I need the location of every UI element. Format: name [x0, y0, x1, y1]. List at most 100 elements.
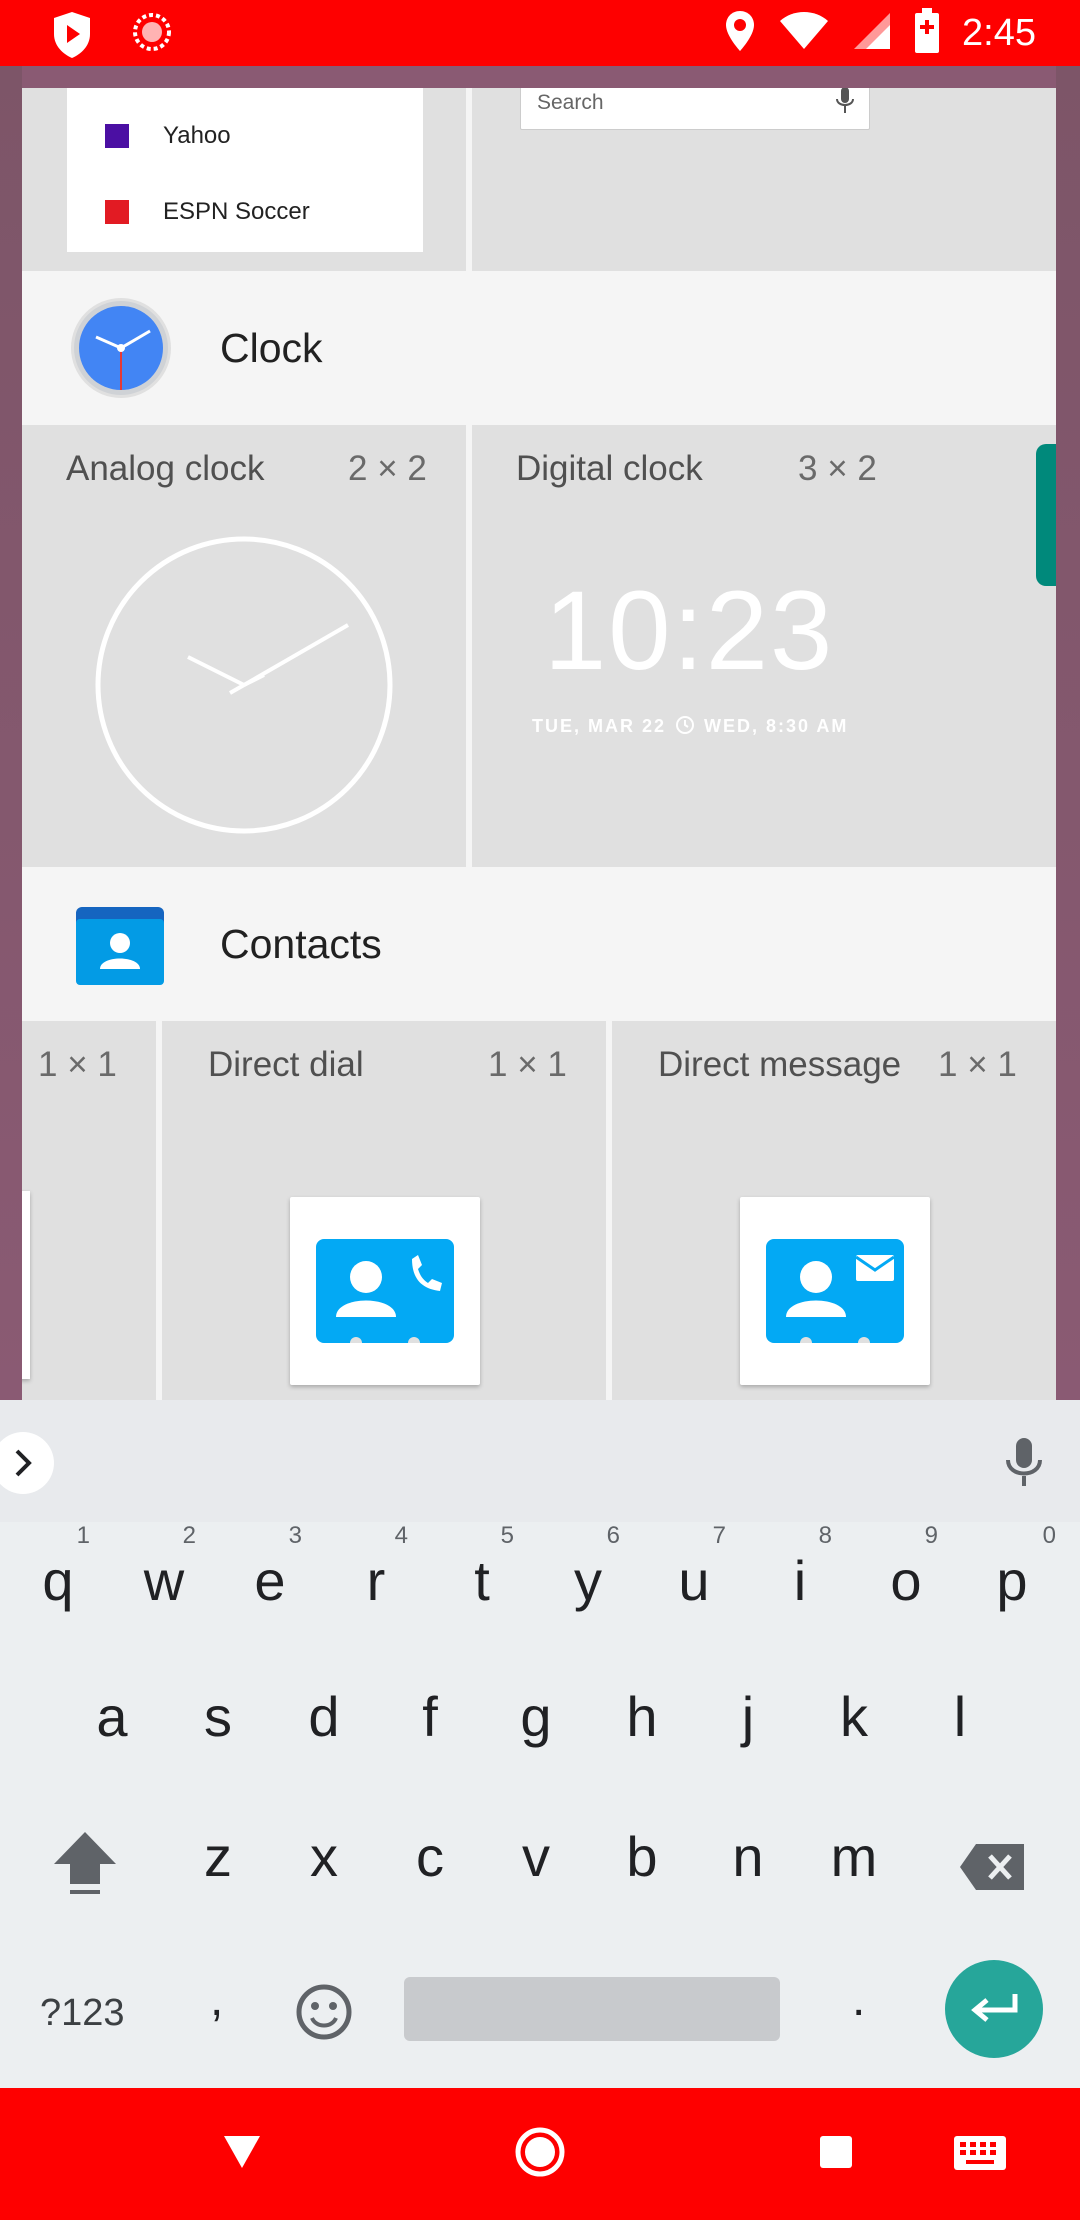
key-label: w [143, 1549, 185, 1612]
key-hint: 2 [182, 1522, 196, 1549]
key-t[interactable]: 5t [432, 1522, 532, 1642]
comma-key[interactable]: , [210, 1972, 223, 2027]
yahoo-icon [105, 124, 129, 148]
navigation-bar [0, 2088, 1080, 2220]
key-label: o [890, 1549, 922, 1612]
sync-circle-icon [130, 10, 174, 65]
key-label: v [522, 1825, 550, 1888]
key-label: b [626, 1825, 658, 1888]
home-icon[interactable] [514, 2126, 566, 2183]
key-s[interactable]: s [168, 1658, 268, 1778]
widget-size: 1 × 1 [38, 1045, 117, 1084]
key-k[interactable]: k [804, 1658, 904, 1778]
key-d[interactable]: d [274, 1658, 374, 1778]
emoji-key[interactable] [294, 1982, 354, 2047]
widget-size: 3 × 2 [798, 449, 877, 488]
symbols-key[interactable]: ?123 [40, 1992, 125, 2035]
widget-analog-clock[interactable]: Analog clock 2 × 2 [22, 425, 466, 867]
key-p[interactable]: 0p [962, 1522, 1062, 1642]
widget-title: Analog clock [66, 449, 265, 488]
key-hint: 7 [712, 1522, 726, 1549]
widget-preview-list[interactable]: Yahoo ESPN Soccer [22, 88, 466, 271]
key-l[interactable]: l [910, 1658, 1010, 1778]
key-label: l [953, 1685, 967, 1748]
widget-direct-message[interactable]: Direct message 1 × 1 [612, 1021, 1056, 1400]
key-u[interactable]: 7u [644, 1522, 744, 1642]
widget-preview-search[interactable]: Search [472, 88, 1056, 271]
section-title: Contacts [220, 921, 382, 967]
digital-clock-date: TUE, MAR 22 [532, 716, 667, 736]
status-bar: 2:45 [0, 0, 1080, 66]
scrollbar-thumb[interactable] [1036, 444, 1056, 586]
widget-preview-card [22, 1191, 30, 1379]
key-o[interactable]: 9o [856, 1522, 956, 1642]
widget-picker[interactable]: Yahoo ESPN Soccer Search Clock Analog cl… [22, 88, 1056, 1400]
widget-contact[interactable]: 1 × 1 [22, 1021, 156, 1400]
key-q[interactable]: 1q [8, 1522, 108, 1642]
widget-title: Digital clock [516, 449, 703, 488]
espn-icon [105, 200, 129, 224]
widget-size: 1 × 1 [488, 1045, 567, 1084]
section-header-contacts: Contacts [22, 867, 1056, 1021]
key-b[interactable]: b [592, 1798, 692, 1918]
key-y[interactable]: 6y [538, 1522, 638, 1642]
shield-play-icon [50, 10, 94, 65]
key-h[interactable]: h [592, 1658, 692, 1778]
key-label: h [626, 1685, 658, 1748]
widget-list-card: Yahoo ESPN Soccer [67, 88, 423, 252]
widget-title: Direct dial [208, 1045, 364, 1084]
key-c[interactable]: c [380, 1798, 480, 1918]
key-label: d [308, 1685, 340, 1748]
recents-icon[interactable] [818, 2134, 854, 2175]
list-item: ESPN Soccer [67, 174, 423, 250]
key-f[interactable]: f [380, 1658, 480, 1778]
key-hint: 4 [394, 1522, 408, 1549]
widget-digital-clock[interactable]: Digital clock 3 × 2 10:23 TUE, MAR 22 WE… [472, 425, 1056, 867]
mic-icon [835, 88, 855, 124]
keyboard-switch-icon[interactable] [952, 2134, 1008, 2177]
key-label: z [204, 1825, 232, 1888]
widget-preview-card [290, 1197, 480, 1385]
key-label: x [310, 1825, 338, 1888]
key-v[interactable]: v [486, 1798, 586, 1918]
key-a[interactable]: a [62, 1658, 162, 1778]
backspace-key[interactable] [944, 1798, 1044, 1918]
back-icon[interactable] [220, 2132, 264, 2177]
key-x[interactable]: x [274, 1798, 374, 1918]
enter-key[interactable] [945, 1960, 1043, 2058]
key-j[interactable]: j [698, 1658, 798, 1778]
key-r[interactable]: 4r [326, 1522, 426, 1642]
key-z[interactable]: z [168, 1798, 268, 1918]
key-label: n [732, 1825, 764, 1888]
key-hint: 0 [1042, 1522, 1056, 1549]
key-label: c [416, 1825, 444, 1888]
key-hint: 9 [924, 1522, 938, 1549]
period-key[interactable]: . [852, 1972, 865, 2027]
key-hint: 3 [288, 1522, 302, 1549]
expand-toolbar-button[interactable] [0, 1432, 54, 1494]
status-time: 2:45 [962, 12, 1036, 54]
widget-title: Direct message [658, 1045, 902, 1084]
key-hint: 5 [500, 1522, 514, 1549]
digital-clock-time: 10:23 [544, 568, 835, 693]
key-m[interactable]: m [804, 1798, 904, 1918]
key-label: i [793, 1549, 807, 1612]
space-bar[interactable] [404, 1977, 780, 2041]
widget-direct-dial[interactable]: Direct dial 1 × 1 [162, 1021, 606, 1400]
search-placeholder: Search [537, 91, 604, 114]
key-label: q [42, 1549, 74, 1612]
key-label: r [366, 1549, 386, 1612]
key-i[interactable]: 8i [750, 1522, 850, 1642]
shift-key[interactable] [36, 1798, 136, 1918]
alarm-icon [674, 713, 696, 740]
key-hint: 6 [606, 1522, 620, 1549]
contacts-app-icon [72, 897, 168, 998]
voice-input-icon[interactable] [1004, 1436, 1044, 1493]
key-w[interactable]: 2w [114, 1522, 214, 1642]
key-n[interactable]: n [698, 1798, 798, 1918]
key-label: a [96, 1685, 128, 1748]
key-e[interactable]: 3e [220, 1522, 320, 1642]
section-header-clock: Clock [22, 271, 1056, 425]
key-g[interactable]: g [486, 1658, 586, 1778]
list-item-label: ESPN Soccer [163, 198, 310, 225]
